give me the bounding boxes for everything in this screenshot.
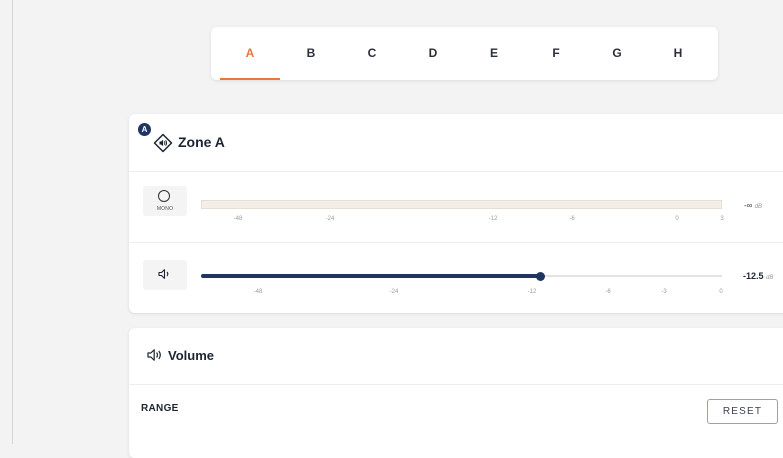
- tab-d[interactable]: D: [403, 27, 463, 80]
- tab-c[interactable]: C: [342, 27, 402, 80]
- reset-button[interactable]: RESET: [707, 399, 778, 424]
- range-label: RANGE: [141, 403, 179, 414]
- tab-f[interactable]: F: [526, 27, 586, 80]
- gain-slider-fill: [201, 274, 540, 278]
- meter-unit: dB: [754, 204, 762, 210]
- volume-title: Volume: [168, 348, 214, 363]
- volume-card: Volume RANGE RESET: [129, 328, 783, 458]
- slider-tick: -12: [527, 289, 537, 295]
- mono-circle-icon: [158, 190, 170, 202]
- slider-tick: -3: [661, 289, 667, 295]
- tab-h[interactable]: H: [648, 27, 708, 80]
- gain-unit: dB: [766, 275, 774, 281]
- volume-speaker-icon: [147, 349, 161, 361]
- meter-tick: 0: [675, 216, 679, 222]
- gain-readout: -12.5 dB: [743, 271, 773, 281]
- left-divider: [12, 0, 13, 444]
- gain-slider-thumb[interactable]: [535, 272, 545, 281]
- zone-badge: A: [138, 123, 151, 136]
- mute-button[interactable]: [143, 260, 187, 290]
- zone-header: A Zone A: [129, 114, 783, 172]
- zone-card: A Zone A MONO -48 -24 -12 -6 0 3 -∞ dB -…: [129, 114, 783, 313]
- volume-header: Volume: [129, 328, 783, 385]
- zone-title: Zone A: [178, 134, 225, 150]
- mono-label: MONO: [156, 206, 174, 212]
- meter-tick: -24: [325, 216, 335, 222]
- tab-e[interactable]: E: [464, 27, 524, 80]
- gain-value: -12.5: [743, 271, 764, 281]
- zone-speaker-diamond-icon: [153, 133, 173, 153]
- meter-value: -∞: [744, 201, 753, 210]
- meter-tick: -48: [233, 216, 243, 222]
- slider-tick: -6: [605, 289, 611, 295]
- zone-tab-bar: A B C D E F G H: [211, 27, 718, 80]
- slider-tick: -24: [389, 289, 399, 295]
- meter-readout: -∞ dB: [744, 201, 762, 210]
- slider-tick: -48: [253, 289, 263, 295]
- level-meter: [201, 200, 722, 209]
- meter-tick: -12: [488, 216, 498, 222]
- tab-b[interactable]: B: [281, 27, 341, 80]
- gain-row: -48 -24 -12 -6 -3 0 -12.5 dB: [129, 243, 783, 313]
- slider-tick: 0: [719, 289, 723, 295]
- mono-toggle-button[interactable]: MONO: [143, 186, 187, 216]
- tab-a[interactable]: A: [220, 27, 280, 80]
- tab-g[interactable]: G: [587, 27, 647, 80]
- gain-slider[interactable]: [201, 272, 722, 281]
- meter-tick: -6: [569, 216, 575, 222]
- speaker-icon: [158, 269, 169, 279]
- meter-row: MONO -48 -24 -12 -6 0 3 -∞ dB: [129, 172, 783, 243]
- meter-tick: 3: [720, 216, 724, 222]
